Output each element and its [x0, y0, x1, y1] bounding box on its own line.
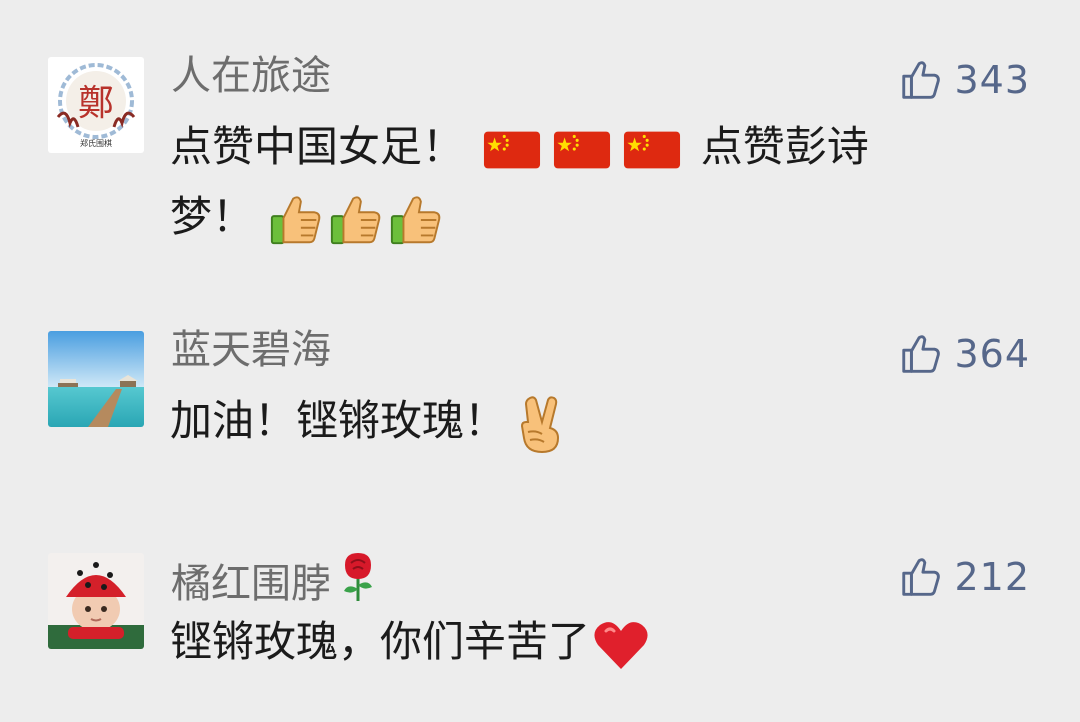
like-count: 343: [954, 58, 1030, 102]
commenter-name[interactable]: 橘红围脖: [171, 551, 379, 608]
china-flag-icon: [484, 131, 541, 168]
like-button[interactable]: 364: [898, 328, 1030, 380]
comment-text: 铿锵玫瑰，你们辛苦了: [170, 607, 960, 677]
beach-pier-photo-icon: [48, 331, 144, 427]
comment-text: 点赞中国女足！ 点赞彭诗 梦！: [170, 112, 960, 252]
china-flag-icon: [554, 131, 611, 168]
red-heart-emoji-icon: [594, 621, 648, 669]
comment-text: 加油！铿锵玫瑰！: [170, 386, 960, 456]
thumbs-up-emoji-icon: [391, 195, 441, 244]
comment-item: 橘红围脖 212 铿锵玫瑰，你们辛苦了: [0, 530, 1080, 722]
thumbs-up-icon: [902, 335, 941, 373]
avatar[interactable]: 鄭 郑氏围棋: [48, 57, 144, 153]
commenter-name[interactable]: 蓝天碧海: [171, 326, 331, 374]
thumbs-up-icon: [902, 558, 941, 596]
china-flag-icon: [624, 131, 681, 168]
like-button[interactable]: 212: [898, 551, 1030, 603]
comment-item: 蓝天碧海 364 加油！铿锵玫瑰！: [0, 300, 1080, 530]
victory-hand-emoji-icon: [521, 395, 560, 453]
commenter-name[interactable]: 人在旅途: [171, 52, 331, 100]
thumbs-up-emoji-icon: [331, 195, 381, 244]
thumbs-up-emoji-icon: [271, 195, 321, 244]
comment-item: 鄭 郑氏围棋 人在旅途 343 点赞中国女足！ 点赞彭诗 梦！: [0, 0, 1080, 300]
baby-red-hat-photo-icon: [48, 553, 144, 649]
svg-text:鄭: 鄭: [78, 83, 114, 124]
zheng-seal-logo-icon: 鄭 郑氏围棋: [48, 57, 144, 153]
like-count: 364: [954, 332, 1030, 376]
like-count: 212: [954, 555, 1030, 599]
avatar[interactable]: [48, 331, 144, 427]
like-button[interactable]: 343: [898, 54, 1030, 106]
avatar[interactable]: [48, 553, 144, 649]
thumbs-up-icon: [902, 61, 941, 99]
avatar-caption: 郑氏围棋: [80, 138, 112, 148]
rose-emoji-icon: [344, 553, 372, 601]
